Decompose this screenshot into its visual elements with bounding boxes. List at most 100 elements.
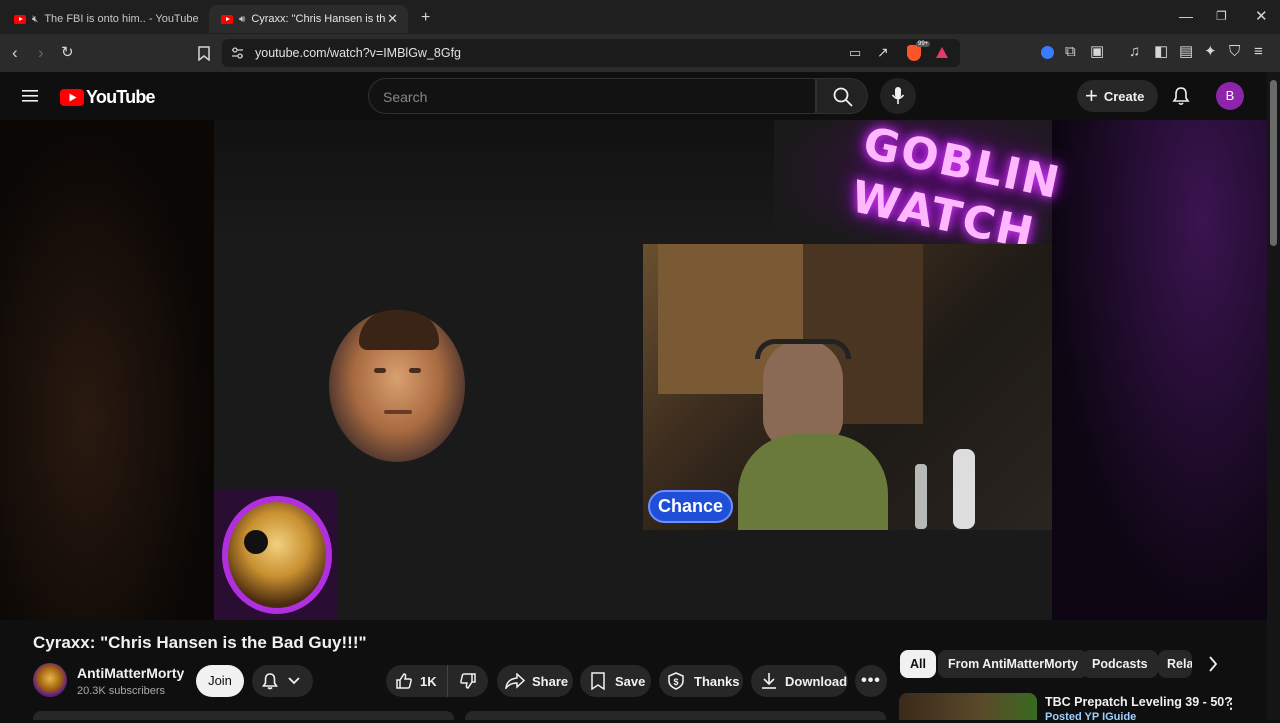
muted-speaker-icon[interactable]: 🔇︎ <box>32 14 38 25</box>
back-icon[interactable]: ‹ <box>12 44 18 61</box>
page-scrollbar-thumb[interactable] <box>1270 80 1277 246</box>
recommended-subtitle: Posted YP IGuide <box>1045 711 1137 723</box>
secondary-info-box[interactable] <box>465 711 886 720</box>
tab-fbi[interactable]: 🔇︎ The FBI is onto him.. - YouTube <box>2 5 207 33</box>
browser-toolbar: ‹ › ↻ youtube.com/watch?v=IMBlGw_8Gfg ▭ … <box>0 34 1280 72</box>
channel-name[interactable]: AntiMatterMorty <box>77 665 184 681</box>
site-settings-icon[interactable] <box>231 47 244 59</box>
youtube-favicon-icon <box>221 14 233 24</box>
save-bookmark-icon <box>591 672 605 690</box>
video-blur-right <box>1052 120 1267 620</box>
speaker-icon[interactable]: 🔊︎ <box>239 14 245 25</box>
webcam-feed <box>643 244 1052 530</box>
video-player[interactable]: GOBLIN WATCH <box>0 120 1267 620</box>
youtube-logo[interactable]: YouTube <box>60 87 156 108</box>
youtube-logo-text: YouTube <box>86 87 156 107</box>
brave-shields-icon[interactable] <box>907 45 921 61</box>
more-horizontal-icon: ••• <box>861 672 881 689</box>
close-window-icon[interactable]: ✕ <box>1255 9 1268 24</box>
reader-icon[interactable]: ▣ <box>1090 44 1104 59</box>
plus-icon: + <box>1085 83 1098 108</box>
wallet-icon[interactable]: ▤ <box>1179 44 1193 59</box>
create-button[interactable]: + Create <box>1077 80 1158 112</box>
cast-icon[interactable]: ▭ <box>849 46 861 59</box>
minimize-icon[interactable]: — <box>1179 9 1193 23</box>
thanks-label: Thanks <box>694 673 740 689</box>
channel-watermark <box>214 490 337 620</box>
description-box[interactable] <box>33 711 454 720</box>
leo-ai-icon[interactable]: ✦ <box>1204 44 1217 59</box>
share-page-icon[interactable]: ↗ <box>877 45 889 59</box>
youtube-header: YouTube Search + Create B <box>0 72 1280 120</box>
reload-icon[interactable]: ↻ <box>61 45 74 60</box>
new-tab-icon[interactable]: + <box>421 10 430 26</box>
search-input[interactable]: Search <box>368 78 816 114</box>
search-icon <box>833 87 853 107</box>
chip-all[interactable]: All <box>900 650 936 678</box>
microphone-icon <box>891 87 905 104</box>
share-icon <box>505 673 525 689</box>
chip-podcasts[interactable]: Podcasts <box>1082 650 1158 678</box>
recommended-title[interactable]: TBC Prepatch Leveling 39 - 50? <box>1045 695 1232 709</box>
dislike-button[interactable] <box>448 665 488 697</box>
notification-bell-button[interactable] <box>252 665 313 697</box>
channel-avatar[interactable] <box>33 663 67 697</box>
join-button[interactable]: Join <box>196 665 244 697</box>
chevron-down-icon <box>288 677 300 685</box>
bell-icon <box>262 673 278 690</box>
brave-rewards-icon[interactable] <box>935 46 949 59</box>
recommended-thumbnail[interactable] <box>899 693 1037 720</box>
chip-related[interactable]: Rela <box>1158 650 1192 678</box>
like-count: 1K <box>420 673 437 689</box>
sidebar-icon[interactable]: ◧ <box>1154 44 1168 59</box>
search-placeholder: Search <box>383 89 428 105</box>
share-button[interactable]: Share <box>497 665 573 697</box>
browser-tab-bar: 🔇︎ The FBI is onto him.. - YouTube 🔊︎ Cy… <box>0 0 1280 34</box>
notifications-bell-icon[interactable] <box>1172 86 1190 106</box>
vpn-shield-icon[interactable]: ⛉ <box>1229 44 1240 59</box>
more-actions-button[interactable]: ••• <box>855 665 887 697</box>
create-label: Create <box>1103 88 1145 104</box>
like-button[interactable]: 1K <box>386 665 448 697</box>
share-label: Share <box>532 673 569 689</box>
maximize-icon[interactable]: ❐ <box>1216 10 1227 22</box>
save-button[interactable]: Save <box>580 665 651 697</box>
account-avatar[interactable]: B <box>1216 82 1244 110</box>
forward-icon[interactable]: › <box>38 44 44 61</box>
chevron-right-icon[interactable] <box>1208 656 1218 672</box>
download-button[interactable]: Download <box>751 665 848 697</box>
url-text: youtube.com/watch?v=IMBlGw_8Gfg <box>255 46 461 60</box>
chip-from-channel[interactable]: From AntiMatterMorty <box>938 650 1089 678</box>
voice-search-button[interactable] <box>880 78 916 114</box>
shield-count-badge: 99+ <box>916 41 931 47</box>
recommended-menu-icon[interactable]: ⋮ <box>1224 695 1238 712</box>
tab-cyraxx[interactable]: 🔊︎ Cyraxx: "Chris Hansen is the B ✕ <box>209 5 408 33</box>
close-tab-icon[interactable]: ✕ <box>387 11 398 27</box>
like-dislike-group: 1K <box>386 665 488 697</box>
subscriber-count: 20.3K subscribers <box>77 685 166 697</box>
super-thanks-icon: $ <box>668 672 684 690</box>
youtube-favicon-icon <box>14 14 26 24</box>
thumbs-up-icon <box>396 673 412 689</box>
menu-icon[interactable]: ≡ <box>1254 44 1263 59</box>
thanks-button[interactable]: $ Thanks <box>659 665 743 697</box>
name-tag-chance: Chance <box>648 490 733 523</box>
extensions-icon[interactable]: ⧉ <box>1065 44 1076 59</box>
tab-label: The FBI is onto him.. - YouTube <box>44 13 199 25</box>
tab-label: Cyraxx: "Chris Hansen is the B <box>251 13 386 25</box>
save-label: Save <box>615 673 646 689</box>
hamburger-menu-icon[interactable] <box>22 89 38 103</box>
video-title: Cyraxx: "Chris Hansen is the Bad Guy!!!" <box>33 633 367 652</box>
youtube-logo-icon <box>60 89 84 106</box>
vpn-icon[interactable] <box>1041 46 1054 59</box>
bookmark-icon[interactable] <box>198 46 210 61</box>
search-button[interactable] <box>816 78 868 114</box>
media-icon[interactable]: ♫ <box>1129 44 1140 59</box>
download-label: Download <box>785 673 848 689</box>
streamer-face-circle <box>329 310 465 462</box>
video-blur-left <box>0 120 214 620</box>
address-bar[interactable]: youtube.com/watch?v=IMBlGw_8Gfg ▭ ↗ 99+ <box>222 39 960 67</box>
svg-text:$: $ <box>673 677 678 687</box>
download-icon <box>762 673 776 689</box>
thumbs-down-icon <box>460 673 476 689</box>
